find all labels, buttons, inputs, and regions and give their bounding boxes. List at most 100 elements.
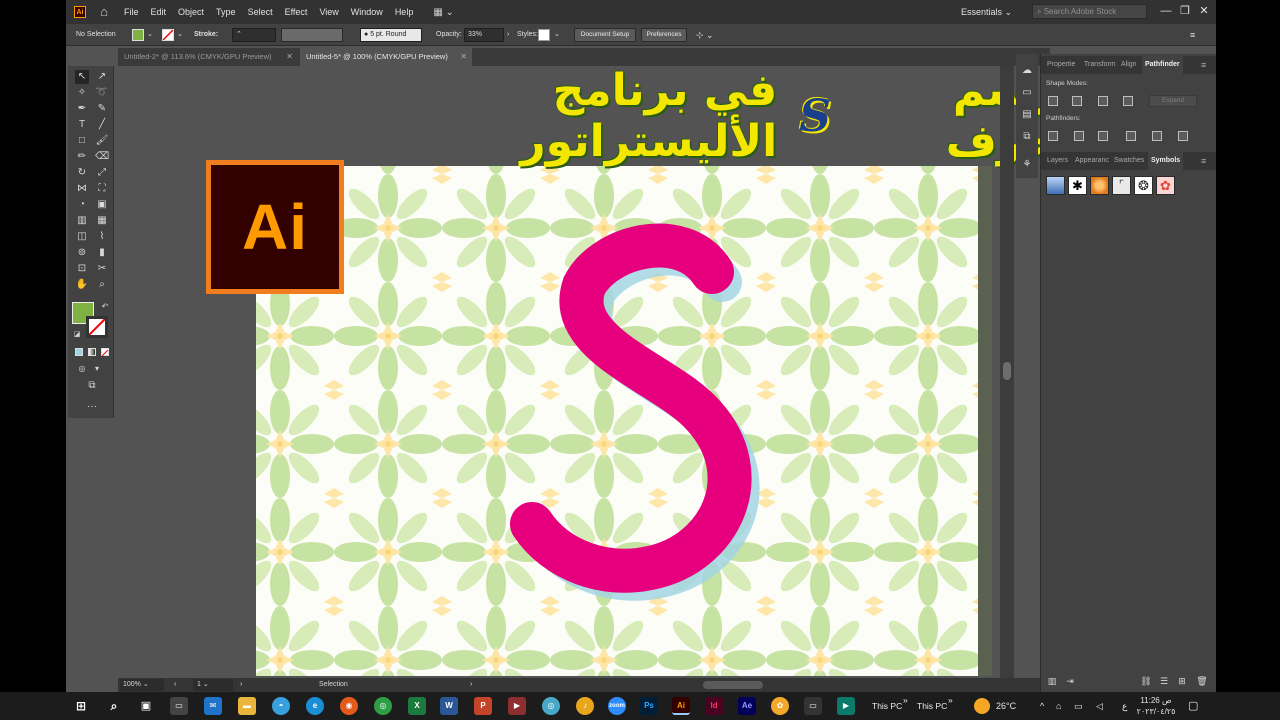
- zoom-tool-icon[interactable]: ⌕: [95, 278, 109, 292]
- tab-symbols[interactable]: Symbols: [1148, 152, 1184, 170]
- this-pc-label-2[interactable]: This PC: [917, 692, 947, 720]
- selection-tool-icon[interactable]: ↖: [75, 70, 89, 84]
- document-setup-button[interactable]: Document Setup: [574, 28, 636, 42]
- magic-wand-tool-icon[interactable]: ✧: [75, 86, 89, 100]
- yellow-app-icon[interactable]: ✿: [771, 697, 789, 715]
- photoshop-icon[interactable]: Ps: [640, 697, 658, 715]
- exclude-icon[interactable]: [1123, 96, 1133, 106]
- maximize-icon[interactable]: ❐: [1177, 3, 1193, 19]
- expand-button[interactable]: Expand: [1149, 95, 1197, 107]
- symbol-frame[interactable]: ⌜: [1112, 176, 1131, 195]
- break-link-icon[interactable]: ⛓: [1139, 674, 1153, 688]
- tab-untitled-2[interactable]: Untitled-2* @ 113.6% (CMYK/GPU Preview) …: [118, 48, 298, 66]
- none-mode-icon[interactable]: [101, 348, 109, 357]
- meet-icon[interactable]: ▭: [170, 697, 188, 715]
- free-transform-tool-icon[interactable]: ⛶: [95, 182, 109, 196]
- graph-tool-icon[interactable]: ▮: [95, 246, 109, 260]
- align-options-icon[interactable]: ⊹ ⌄: [696, 24, 714, 46]
- arrange-documents-icon[interactable]: ▦ ⌄: [433, 7, 454, 18]
- color-guide-icon[interactable]: ▤: [1020, 108, 1034, 122]
- image-panel-icon[interactable]: ▭: [1020, 86, 1034, 100]
- symbol-orange-orb[interactable]: [1090, 176, 1109, 195]
- gradient-tool-icon[interactable]: ◫: [75, 230, 89, 244]
- start-icon[interactable]: ⊞: [72, 697, 90, 715]
- symbol-flower[interactable]: ✿: [1156, 176, 1175, 195]
- edge-icon[interactable]: e: [306, 697, 324, 715]
- tab-transform[interactable]: Transform: [1084, 56, 1116, 74]
- symbol-splatter[interactable]: ✱: [1068, 176, 1087, 195]
- swap-colors-icon[interactable]: ↶: [98, 300, 112, 314]
- vertical-scrollbar[interactable]: [1000, 66, 1014, 678]
- new-symbol-icon[interactable]: ⊞: [1175, 674, 1189, 688]
- menu-select[interactable]: Select: [248, 7, 273, 17]
- mail-icon[interactable]: ✉: [204, 697, 222, 715]
- chrome-icon[interactable]: ◎: [374, 697, 392, 715]
- fill-swatch[interactable]: [132, 29, 144, 41]
- notification-app-icon[interactable]: ♪: [576, 697, 594, 715]
- default-colors-icon[interactable]: ◪: [70, 328, 84, 342]
- eyedropper-tool-icon[interactable]: ⌇: [95, 230, 109, 244]
- excel-icon[interactable]: X: [408, 697, 426, 715]
- rotate-tool-icon[interactable]: ↻: [75, 166, 89, 180]
- task-view-icon[interactable]: ▣: [137, 697, 155, 715]
- preferences-button[interactable]: Preferences: [641, 28, 687, 42]
- edit-toolbar-icon[interactable]: ···: [85, 400, 99, 414]
- control-menu-icon[interactable]: ≡: [1190, 24, 1195, 46]
- paint-3d-icon[interactable]: ◓: [272, 697, 290, 715]
- variable-width-profile[interactable]: [281, 28, 343, 42]
- next-artboard-icon[interactable]: ›: [240, 678, 242, 692]
- canvas-area[interactable]: Ai رسم حرف S في برنامج الأليستراتور: [118, 65, 1056, 678]
- photos-icon[interactable]: ▭: [804, 697, 822, 715]
- symbol-options-icon[interactable]: ☰: [1157, 674, 1171, 688]
- draw-mode-icon[interactable]: ◎: [75, 362, 89, 376]
- menu-file[interactable]: File: [124, 7, 139, 17]
- libraries-icon[interactable]: ☁: [1020, 64, 1034, 78]
- stroke-swatch[interactable]: [162, 29, 174, 41]
- toolbar-chevron-icon-1[interactable]: »: [903, 686, 908, 714]
- place-symbol-icon[interactable]: ⇥: [1063, 674, 1077, 688]
- stroke-dropdown-icon[interactable]: ⌄: [177, 24, 183, 46]
- toolbar-chevron-icon-2[interactable]: »: [948, 686, 953, 714]
- menu-type[interactable]: Type: [216, 7, 236, 17]
- menu-edit[interactable]: Edit: [151, 7, 167, 17]
- trim-icon[interactable]: [1074, 131, 1084, 141]
- vertical-scroll-thumb[interactable]: [1003, 362, 1011, 380]
- this-pc-label-1[interactable]: This PC: [872, 692, 902, 720]
- word-icon[interactable]: W: [440, 697, 458, 715]
- intersect-icon[interactable]: [1098, 96, 1108, 106]
- minus-front-icon[interactable]: [1072, 96, 1082, 106]
- stroke-color-icon[interactable]: [86, 316, 108, 338]
- tab-align[interactable]: Align: [1121, 56, 1137, 74]
- artboard-number-input[interactable]: 1 ⌄: [193, 679, 233, 691]
- home-icon[interactable]: ⌂: [96, 5, 112, 19]
- unite-icon[interactable]: [1048, 96, 1058, 106]
- artboards-panel-icon[interactable]: ⧉: [1020, 130, 1034, 144]
- tab-properties[interactable]: Propertie: [1047, 56, 1075, 74]
- direct-selection-tool-icon[interactable]: ↗: [95, 70, 109, 84]
- outline-icon[interactable]: [1152, 131, 1162, 141]
- prev-artboard-icon[interactable]: ‹: [174, 678, 176, 692]
- rectangle-tool-icon[interactable]: □: [75, 134, 89, 148]
- after-effects-icon[interactable]: Ae: [738, 697, 756, 715]
- blend-tool-icon[interactable]: ⊚: [75, 246, 89, 260]
- eraser-tool-icon[interactable]: ⌫: [95, 150, 109, 164]
- delete-symbol-icon[interactable]: 🗑: [1195, 674, 1209, 688]
- close-window-icon[interactable]: ✕: [1196, 3, 1212, 19]
- brushes-panel-icon[interactable]: ⚘: [1020, 158, 1034, 172]
- gradient-mode-icon[interactable]: [88, 348, 96, 356]
- minus-back-icon[interactable]: [1178, 131, 1188, 141]
- lasso-tool-icon[interactable]: ➰: [95, 86, 109, 100]
- pencil-tool-icon[interactable]: ✏: [75, 150, 89, 164]
- graphic-style-swatch[interactable]: [538, 29, 550, 41]
- tab-layers[interactable]: Layers: [1047, 152, 1068, 170]
- scale-tool-icon[interactable]: ⤢: [95, 166, 109, 180]
- panel-menu-icon[interactable]: ≡: [1201, 56, 1206, 74]
- perspective-grid-tool-icon[interactable]: ▥: [75, 214, 89, 228]
- crop-icon[interactable]: [1126, 131, 1136, 141]
- search-icon[interactable]: ⌕: [105, 697, 123, 715]
- tab-pathfinder[interactable]: Pathfinder: [1142, 56, 1183, 74]
- hand-tool-icon[interactable]: ✋: [75, 278, 89, 292]
- battery-icon[interactable]: ▭: [1074, 692, 1083, 720]
- opacity-input[interactable]: 33%: [464, 28, 504, 42]
- symbols-menu-icon[interactable]: ≡: [1201, 152, 1206, 170]
